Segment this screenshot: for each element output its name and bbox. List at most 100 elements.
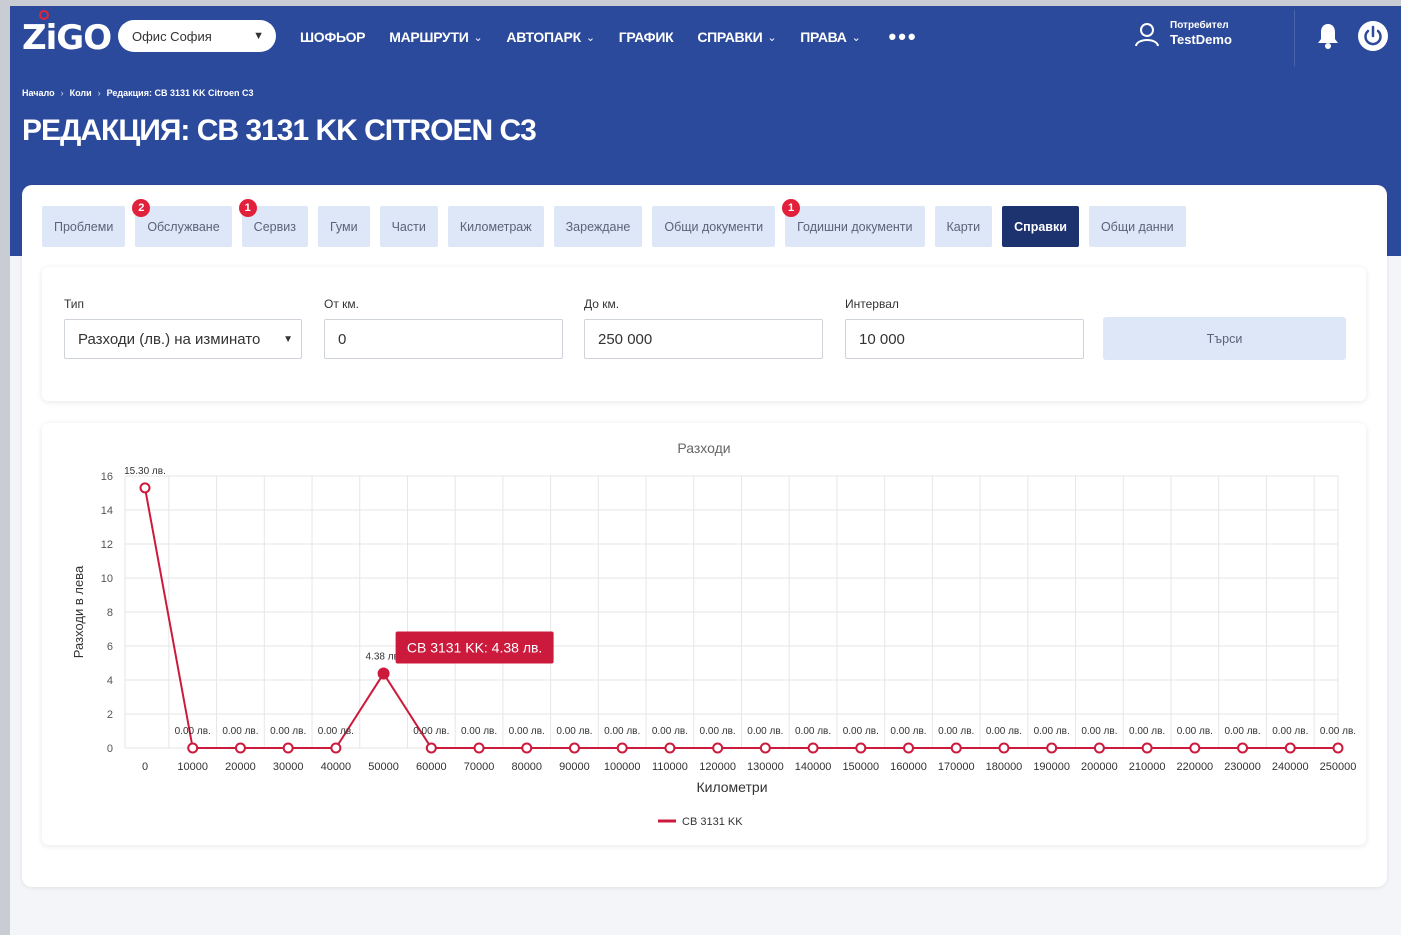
- chevron-down-icon: ⌄: [851, 31, 861, 44]
- app-window: ZiGO Офис София ▼ ШОФЬОР МАРШРУТИ ⌄ АВТОПАР…: [10, 6, 1401, 935]
- tab-5[interactable]: Километраж: [447, 206, 544, 247]
- office-select[interactable]: Офис София ▼: [118, 20, 276, 52]
- nav-item-3[interactable]: ГРАФИК: [619, 29, 674, 45]
- power-icon[interactable]: [1357, 20, 1389, 52]
- nav-item-5[interactable]: ПРАВА ⌄: [800, 29, 861, 45]
- nav-item-label: АВТОПАРК: [506, 29, 581, 45]
- tab-label: Части: [391, 219, 426, 234]
- data-point: [139, 482, 151, 494]
- search-button[interactable]: Търси: [1103, 317, 1346, 360]
- data-label: 0.00 лв.: [413, 726, 449, 737]
- tab-label: Обслужване: [147, 219, 220, 234]
- breadcrumb-cars[interactable]: Коли: [70, 88, 92, 98]
- data-label: 0.00 лв.: [1034, 726, 1070, 737]
- x-tick-label: 100000: [604, 761, 641, 773]
- y-tick-label: 8: [107, 607, 113, 619]
- data-point: [616, 742, 628, 754]
- x-tick-label: 20000: [225, 761, 256, 773]
- data-label: 0.00 лв.: [652, 726, 688, 737]
- data-label: 0.00 лв.: [1081, 726, 1117, 737]
- tab-1[interactable]: Обслужване 2: [132, 199, 232, 247]
- x-tick-label: 120000: [699, 761, 736, 773]
- notification-badge: 2: [132, 199, 151, 217]
- data-point: [664, 742, 676, 754]
- data-label: 0.00 лв.: [222, 726, 258, 737]
- data-label: 0.00 лв.: [938, 726, 974, 737]
- zigo-logo[interactable]: ZiGO: [22, 18, 112, 58]
- nav-item-4[interactable]: СПРАВКИ ⌄: [697, 29, 776, 45]
- tab-7[interactable]: Общи документи: [652, 206, 776, 247]
- x-tick-label: 140000: [795, 761, 832, 773]
- x-tick-label: 10000: [177, 761, 208, 773]
- data-label: 0.00 лв.: [890, 726, 926, 737]
- x-tick-label: 150000: [842, 761, 879, 773]
- data-point: [855, 742, 867, 754]
- type-select[interactable]: Разходи (лв.) на изминато ▼: [64, 319, 302, 359]
- bell-icon[interactable]: [1316, 22, 1340, 50]
- x-tick-label: 30000: [273, 761, 304, 773]
- interval-input[interactable]: 10 000: [845, 319, 1084, 359]
- data-point: [1237, 742, 1249, 754]
- page-title: РЕДАКЦИЯ: CB 3131 KK CITROEN C3: [22, 114, 537, 147]
- x-tick-label: 170000: [938, 761, 975, 773]
- office-select-value: Офис София: [132, 28, 212, 44]
- data-label: 0.00 лв.: [1320, 726, 1356, 737]
- nav-item-0[interactable]: ШОФЬОР: [300, 29, 366, 45]
- navbar-divider: [1294, 10, 1295, 66]
- tab-label: Зареждане: [565, 219, 631, 234]
- tab-11[interactable]: Общи данни: [1088, 206, 1186, 247]
- data-point: [950, 742, 962, 754]
- nav-item-label: ПРАВА: [800, 29, 847, 45]
- x-tick-label: 60000: [416, 761, 447, 773]
- tab-0[interactable]: Проблеми: [42, 206, 126, 247]
- tab-4[interactable]: Части: [379, 206, 438, 247]
- tab-label: Общи данни: [1100, 219, 1174, 234]
- data-label: 0.00 лв.: [461, 726, 497, 737]
- x-tick-label: 210000: [1129, 761, 1166, 773]
- more-menu-icon[interactable]: •••: [889, 24, 918, 50]
- x-tick-label: 80000: [511, 761, 542, 773]
- nav-item-2[interactable]: АВТОПАРК ⌄: [506, 29, 595, 45]
- x-tick-label: 200000: [1081, 761, 1118, 773]
- tab-3[interactable]: Гуми: [317, 206, 370, 247]
- data-point: [425, 742, 437, 754]
- data-point: [234, 742, 246, 754]
- x-tick-label: 90000: [559, 761, 590, 773]
- tab-2[interactable]: Сервиз 1: [238, 199, 308, 247]
- data-point: [568, 742, 580, 754]
- data-label: 0.00 лв.: [986, 726, 1022, 737]
- data-label: 0.00 лв.: [700, 726, 736, 737]
- chevron-down-icon: ⌄: [767, 31, 777, 44]
- tab-10[interactable]: Справки: [1002, 206, 1079, 247]
- from-km-label: От км.: [324, 297, 359, 311]
- x-tick-label: 70000: [464, 761, 495, 773]
- caret-down-icon: ▼: [283, 333, 293, 345]
- tab-label: Километраж: [459, 219, 532, 234]
- tooltip-text: CB 3131 KK: 4.38 лв.: [407, 640, 542, 656]
- data-point: [1046, 742, 1058, 754]
- interval-label: Интервал: [845, 297, 899, 311]
- nav-item-1[interactable]: МАРШРУТИ ⌄: [389, 29, 482, 45]
- data-label: 0.00 лв.: [1129, 726, 1165, 737]
- main-nav: ШОФЬОР МАРШРУТИ ⌄ АВТОПАРК ⌄ ГРАФИК СПРАВКИ ⌄ ПР…: [300, 6, 918, 68]
- y-tick-label: 0: [107, 743, 113, 755]
- tab-6[interactable]: Зареждане: [553, 206, 643, 247]
- data-point: [903, 742, 915, 754]
- user-menu[interactable]: Потребител TestDemo: [1134, 20, 1232, 47]
- breadcrumb-home[interactable]: Начало: [22, 88, 55, 98]
- from-km-input[interactable]: 0: [324, 319, 563, 359]
- x-tick-label: 180000: [986, 761, 1023, 773]
- data-point: [377, 667, 390, 680]
- tab-label: Сервиз: [253, 219, 296, 234]
- notification-badge: 1: [782, 199, 801, 217]
- tab-9[interactable]: Карти: [934, 206, 993, 247]
- tab-8[interactable]: Годишни документи 1: [782, 199, 925, 247]
- tab-label: Общи документи: [664, 219, 764, 234]
- y-tick-label: 2: [107, 709, 113, 721]
- y-tick-label: 6: [107, 641, 113, 653]
- to-km-input[interactable]: 250 000: [584, 319, 823, 359]
- data-label: 0.00 лв.: [318, 726, 354, 737]
- data-label: 0.00 лв.: [175, 726, 211, 737]
- expenses-chart: Разходи 0 2 4 6 8 10 12 14 16 0 10000 20000 30000 4000…: [71, 440, 1356, 828]
- nav-item-label: ГРАФИК: [618, 29, 674, 45]
